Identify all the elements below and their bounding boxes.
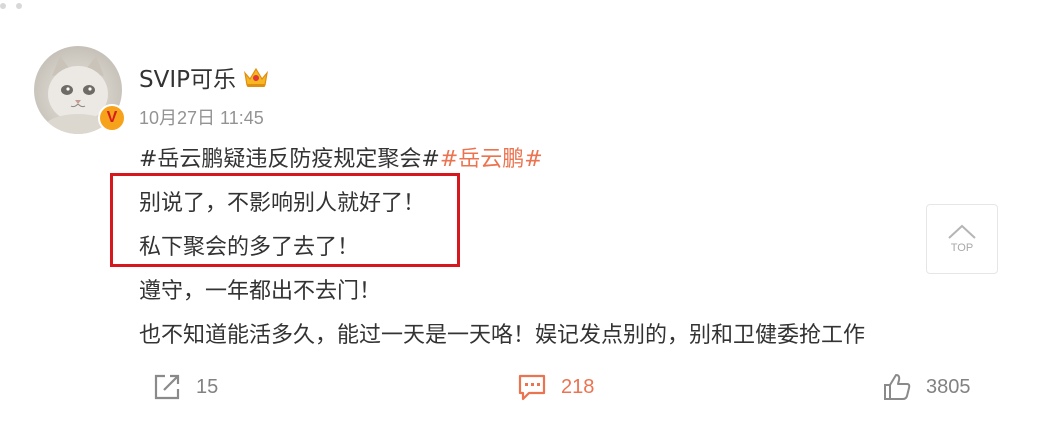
crown-icon[interactable] <box>242 65 270 89</box>
partial-top-dots <box>0 0 60 9</box>
chevron-up-icon <box>948 224 976 239</box>
repost-icon <box>154 374 180 400</box>
scroll-to-top-button[interactable]: TOP <box>926 204 998 274</box>
repost-button[interactable]: 15 <box>152 372 218 402</box>
hashtag-link-highlighted[interactable]: #岳云鹏# <box>440 147 543 172</box>
comment-button[interactable]: 218 <box>517 372 594 402</box>
post-line: 遵守，一年都出不去门！ <box>139 279 382 304</box>
like-button[interactable]: 3805 <box>882 372 971 402</box>
username-link[interactable]: SVIP可乐 <box>139 60 236 94</box>
highlight-annotation-box <box>110 173 460 267</box>
comment-count: 218 <box>561 375 595 398</box>
verified-v-icon: V <box>98 104 126 132</box>
repost-count: 15 <box>196 375 219 398</box>
username-row: SVIP可乐 <box>139 60 270 94</box>
comment-icon <box>518 374 546 401</box>
like-icon <box>884 374 911 400</box>
avatar-container[interactable]: V <box>34 46 126 134</box>
hashtag-link[interactable]: #岳云鹏疑违反防疫规定聚会# <box>139 147 440 172</box>
post-timestamp[interactable]: 10月27日 11:45 <box>139 104 264 130</box>
post-actions-bar: 15 218 3805 <box>0 372 1057 416</box>
post-line: 也不知道能活多久，能过一天是一天咯！娱记发点别的，别和卫健委抢工作 <box>139 323 866 348</box>
top-button-label: TOP <box>950 242 974 254</box>
like-count: 3805 <box>926 375 971 398</box>
